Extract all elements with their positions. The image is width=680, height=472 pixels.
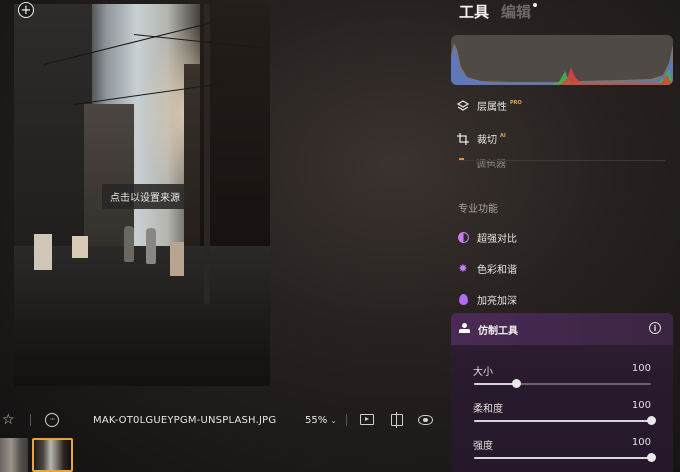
strength-slider[interactable] — [474, 453, 656, 462]
size-slider[interactable] — [474, 379, 651, 388]
size-slider-label: 大小 — [473, 367, 493, 378]
layers-label: 层属性 — [477, 102, 507, 113]
crop-label: 裁切 — [477, 135, 497, 146]
info-icon[interactable]: i — [649, 322, 661, 334]
file-name: MAK-OT0LGUEYPGM-UNSPLASH.JPG — [93, 414, 277, 426]
strength-slider-label: 强度 — [473, 441, 493, 452]
super-contrast-label: 超强对比 — [477, 234, 517, 245]
filmstrip-thumbnail-selected[interactable] — [32, 438, 73, 472]
zoom-value: 55% — [305, 414, 328, 426]
strength-slider-thumb[interactable] — [647, 453, 656, 462]
photo-sign — [34, 234, 52, 270]
star-icon[interactable]: ☆ — [2, 408, 15, 432]
color-grader-label: 调色器 — [476, 160, 506, 168]
size-slider-fill — [474, 383, 517, 385]
histogram-graph — [451, 43, 673, 85]
tab-edit[interactable]: 编辑 — [501, 1, 538, 22]
softness-slider-value: 100 — [631, 400, 651, 411]
bottom-toolbar: ☆ ··· MAK-OT0LGUEYPGM-UNSPLASH.JPG 55% ⌄ — [0, 408, 445, 432]
tab-tools[interactable]: 工具 — [459, 1, 489, 22]
expand-icon-glyph: + — [20, 2, 32, 18]
tab-edit-label: 编辑 — [501, 2, 532, 21]
strength-slider-fill — [474, 457, 651, 459]
pro-features-heading: 专业功能 — [458, 204, 498, 215]
dodge-burn-button[interactable]: 加亮加深 — [457, 292, 517, 307]
photo-utility-pole — [204, 4, 210, 304]
photo-sign — [170, 242, 184, 276]
clone-source-tooltip: 点击以设置来源 — [102, 184, 188, 209]
clone-stamp-icon — [459, 323, 470, 334]
pro-badge: PRO — [510, 99, 522, 106]
softness-slider[interactable] — [474, 416, 656, 425]
eye-icon[interactable] — [418, 415, 433, 425]
dodge-burn-icon — [458, 294, 468, 305]
softness-slider-fill — [474, 420, 651, 422]
photo-sign — [72, 236, 88, 258]
expand-icon[interactable]: + — [18, 2, 34, 18]
more-options-icon[interactable]: ··· — [45, 413, 59, 427]
contrast-icon — [457, 232, 469, 243]
color-harmony-button[interactable]: ✸ 色彩和谐 — [457, 261, 517, 276]
layers-button[interactable]: 层属性 PRO — [457, 98, 522, 113]
clone-tool-title: 仿制工具 — [478, 326, 518, 337]
strength-slider-value: 100 — [631, 437, 651, 448]
notification-dot — [533, 2, 538, 7]
photo-pedestrian — [124, 226, 134, 262]
ai-badge: AI — [500, 132, 506, 139]
panel-tabs: 工具 编辑 — [459, 0, 538, 22]
toolbar-divider — [346, 414, 347, 426]
compare-icon[interactable] — [391, 412, 403, 428]
clone-tool-panel: 仿制工具 i 大小 100 柔和度 100 强度 100 — [451, 313, 673, 472]
dodge-burn-label: 加亮加深 — [477, 296, 517, 307]
softness-slider-thumb[interactable] — [647, 416, 656, 425]
size-slider-value: 100 — [631, 363, 651, 374]
size-slider-thumb[interactable] — [512, 379, 522, 388]
photo-road — [14, 246, 270, 386]
softness-slider-label: 柔和度 — [473, 404, 503, 415]
clone-tool-header[interactable]: 仿制工具 i — [451, 313, 673, 345]
dodge-burn-icon-wrap — [457, 294, 469, 306]
crop-icon — [457, 132, 469, 145]
color-harmony-icon: ✸ — [458, 262, 468, 275]
chevron-down-icon: ⌄ — [330, 415, 337, 425]
layers-icon — [457, 99, 469, 112]
filmstrip-thumbnail[interactable] — [0, 438, 28, 472]
zoom-dropdown[interactable]: 55% ⌄ — [305, 408, 337, 432]
color-harmony-label: 色彩和谐 — [477, 265, 517, 276]
contrast-icon-wrap — [457, 232, 469, 244]
super-contrast-button[interactable]: 超强对比 — [457, 230, 517, 245]
slideshow-icon[interactable] — [360, 414, 374, 425]
histogram — [451, 35, 673, 85]
crop-button[interactable]: 裁切 AI — [457, 131, 506, 146]
toolbar-divider — [30, 414, 31, 426]
photo-pedestrian — [146, 228, 156, 264]
panel-divider — [457, 160, 665, 161]
